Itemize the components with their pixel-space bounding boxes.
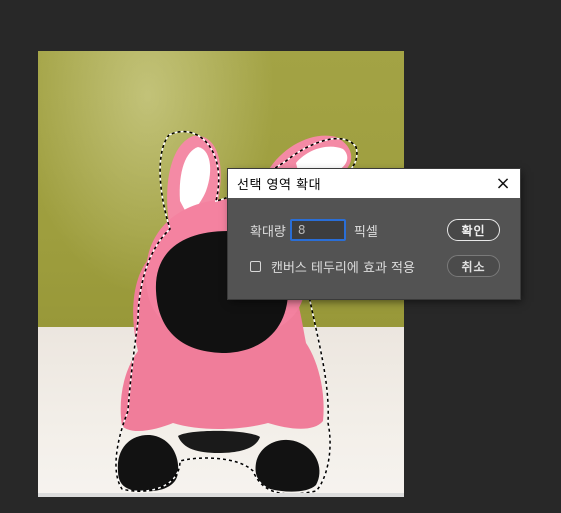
canvas-edge: [38, 493, 404, 497]
cancel-button[interactable]: 취소: [447, 255, 500, 277]
expand-selection-dialog: 선택 영역 확대 × 확대량 픽셀 캔버스 테두리에 효과 적용 확인 취소: [228, 169, 520, 299]
expand-amount-input[interactable]: [289, 219, 346, 241]
pixel-unit-label: 픽셀: [353, 224, 378, 240]
dialog-titlebar[interactable]: 선택 영역 확대 ×: [228, 169, 520, 198]
expand-amount-label: 확대량: [250, 224, 286, 240]
ok-button[interactable]: 확인: [447, 219, 500, 241]
close-icon[interactable]: ×: [494, 174, 512, 193]
dialog-body: 확대량 픽셀 캔버스 테두리에 효과 적용 확인 취소: [228, 198, 520, 299]
apply-canvas-label[interactable]: 캔버스 테두리에 효과 적용: [271, 257, 415, 276]
apply-canvas-row[interactable]: 캔버스 테두리에 효과 적용: [250, 257, 415, 276]
dialog-title: 선택 영역 확대: [237, 178, 322, 193]
expand-amount-row: 확대량 픽셀: [250, 219, 378, 241]
apply-canvas-checkbox[interactable]: [250, 261, 261, 272]
